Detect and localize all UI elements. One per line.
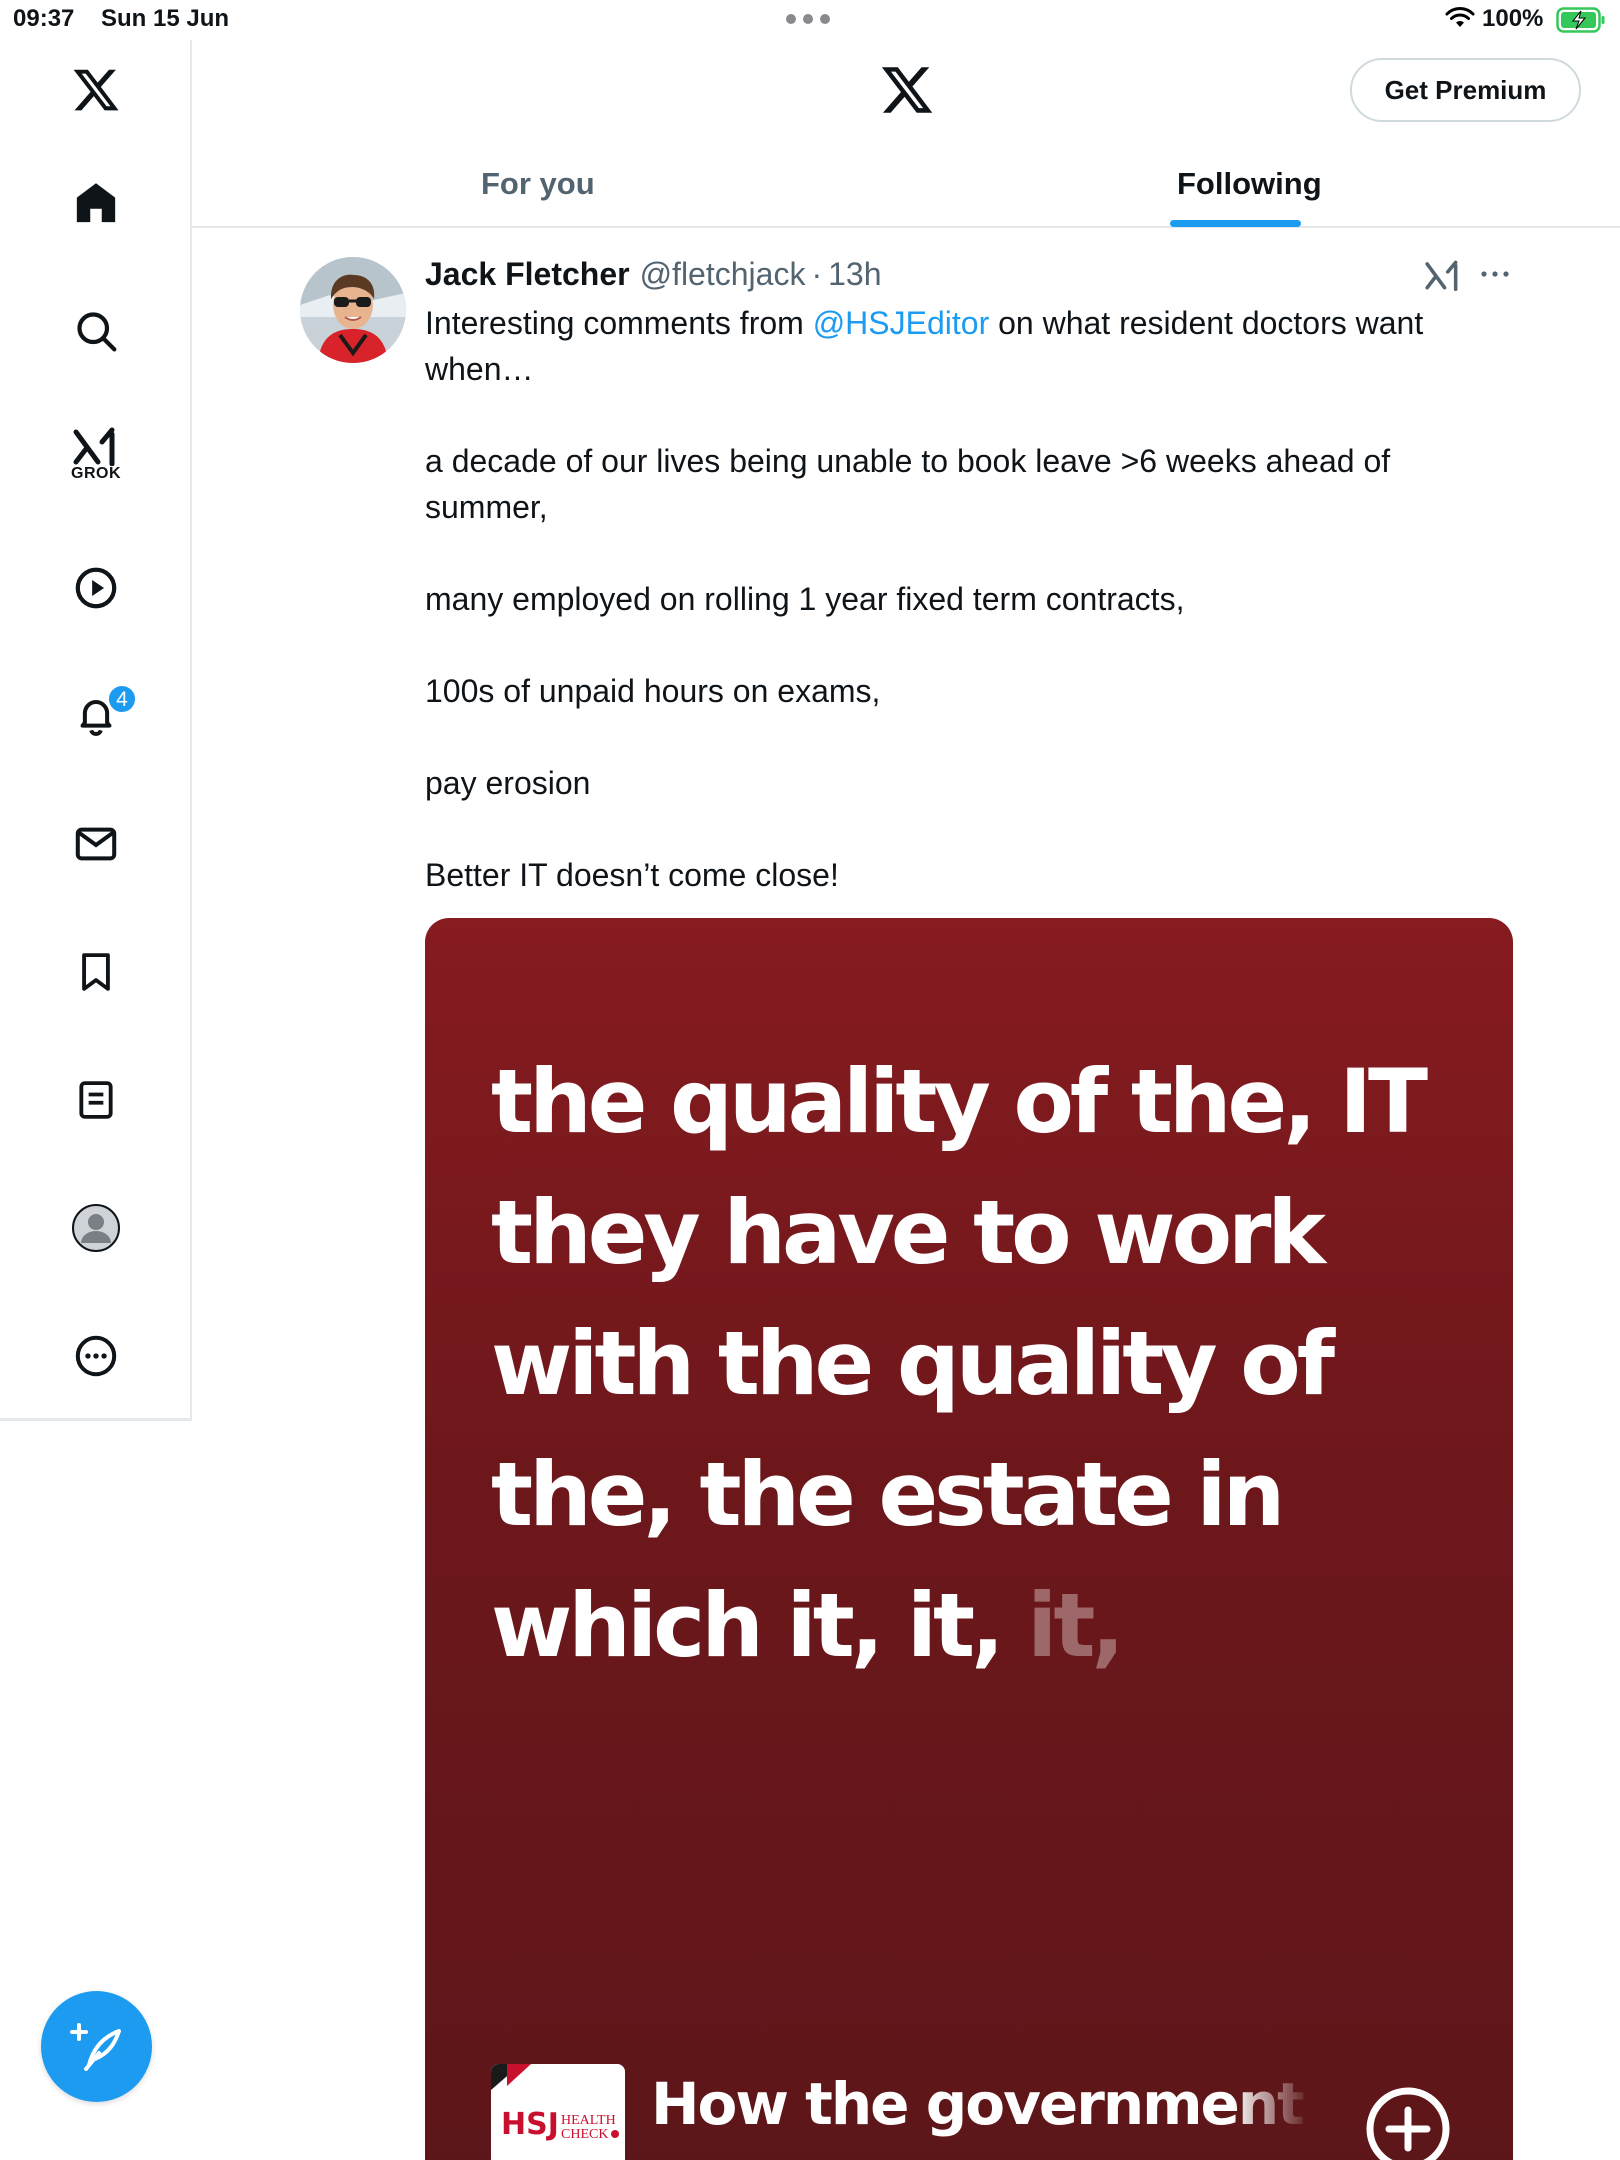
tweet-more-icon[interactable]: [1478, 262, 1512, 286]
grok-icon[interactable]: GROK: [66, 425, 126, 485]
timeline-tabs: For you Following: [192, 140, 1620, 228]
mention-link[interactable]: @HSJEditor: [813, 305, 990, 341]
tweet-intro-text: Interesting comments from: [425, 305, 813, 341]
home-icon[interactable]: [66, 173, 126, 233]
status-bar: 09:37 Sun 15 Jun 100%: [0, 0, 1620, 40]
battery-percent: 100%: [1482, 5, 1544, 32]
quote-text: the quality of the, IT they have to work…: [491, 1050, 1428, 1677]
x-logo-header-icon[interactable]: [879, 62, 935, 118]
tweet-paragraph: pay erosion: [425, 765, 591, 801]
status-date: Sun 15 Jun: [101, 5, 230, 32]
tweet-paragraph: Better IT doesn’t come close!: [425, 857, 839, 893]
tab-following[interactable]: Following: [1177, 140, 1322, 228]
status-time: 09:37: [13, 5, 75, 32]
tweet-intro: Interesting comments from @HSJEditor on …: [425, 300, 1515, 392]
tweet-video[interactable]: the quality of the, IT they have to work…: [425, 918, 1513, 2160]
bookmarks-icon[interactable]: [66, 942, 126, 1002]
compose-feather-icon: [69, 2022, 121, 2071]
grok-label: GROK: [71, 465, 121, 482]
get-premium-button[interactable]: Get Premium: [1350, 58, 1581, 122]
sidebar-divider: [0, 1419, 192, 1421]
add-circle-icon[interactable]: [1365, 2086, 1451, 2160]
notifications-badge: 4: [106, 683, 138, 715]
video-caption-quote: the quality of the, IT they have to work…: [491, 1036, 1451, 1691]
video-icon[interactable]: [66, 558, 126, 618]
separator-dot: ·: [811, 255, 823, 292]
tweet-paragraph: many employed on rolling 1 year fixed te…: [425, 581, 1185, 617]
battery-charging-icon: [1556, 7, 1605, 33]
hsj-logo: HSJ HEALTH CHECK: [491, 2064, 625, 2160]
profile-icon[interactable]: [66, 1198, 126, 1258]
video-title: How the government sh: [651, 2070, 1311, 2138]
tweet-timestamp[interactable]: 13h: [828, 256, 881, 293]
quote-faded-text: it,: [1027, 1574, 1125, 1677]
tweet-header: Jack Fletcher @fletchjack · 13h: [425, 254, 881, 294]
search-icon[interactable]: [66, 301, 126, 361]
x-logo-icon[interactable]: [66, 60, 126, 120]
wifi-icon: [1445, 7, 1475, 27]
lists-icon[interactable]: [66, 1070, 126, 1130]
messages-icon[interactable]: [66, 814, 126, 874]
tweet-paragraph: a decade of our lives being unable to bo…: [425, 443, 1391, 525]
avatar[interactable]: [300, 257, 406, 363]
svg-text:CHECK: CHECK: [561, 2127, 608, 2142]
tweet-text: Interesting comments from @HSJEditor on …: [425, 300, 1515, 898]
tweet-paragraph: 100s of unpaid hours on exams,: [425, 673, 881, 709]
tab-active-indicator: [1170, 220, 1301, 227]
multitasking-dots-icon[interactable]: [786, 14, 832, 24]
svg-text:HEALTH: HEALTH: [561, 2113, 616, 2128]
logo-text: HSJ: [501, 2107, 559, 2142]
author-handle[interactable]: @fletchjack: [640, 256, 806, 293]
tab-for-you[interactable]: For you: [481, 140, 595, 228]
grok-explain-icon[interactable]: [1424, 256, 1462, 294]
author-name[interactable]: Jack Fletcher: [425, 256, 630, 293]
more-icon[interactable]: [66, 1326, 126, 1386]
compose-button[interactable]: [41, 1991, 152, 2102]
